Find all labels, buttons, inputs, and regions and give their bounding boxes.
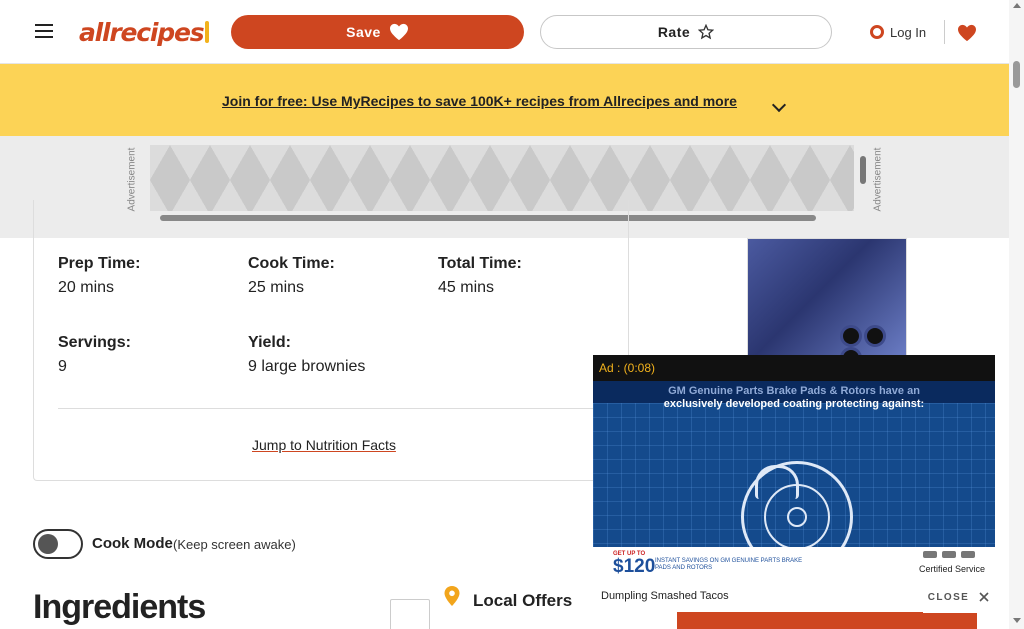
scroll-down-arrow-icon[interactable] [1013,618,1021,623]
detail-yield: Yield: 9 large brownies [248,334,365,376]
details-divider [58,408,606,409]
detail-servings: Servings: 9 [58,334,131,376]
phone-camera-lens [840,325,862,347]
toggle-knob [38,534,58,554]
video-ad-player[interactable]: Ad : (0:08) GM Genuine Parts Brake Pads … [593,355,995,581]
sidebar-product-ad-image[interactable] [747,238,907,358]
detail-total-time: Total Time: 45 mins [438,255,522,297]
ad-timer: Ad : (0:08) [599,361,656,375]
cook-mode-label: Cook Mode [92,535,173,552]
promo-banner: Join for free: Use MyRecipes to save 100… [0,64,1009,136]
star-icon [698,24,715,40]
save-button[interactable]: Save [231,15,524,49]
price-description: INSTANT SAVINGS ON GM GENUINE PARTS BRAK… [655,558,803,571]
detail-label: Prep Time: [58,255,141,272]
user-icon [870,25,884,39]
detail-value: 25 mins [248,279,305,296]
cook-mode-sublabel[interactable]: (Keep screen awake) [173,537,296,552]
close-icon [979,592,989,602]
detail-value: 20 mins [58,279,115,296]
join-promo-link[interactable]: Join for free: Use MyRecipes to save 100… [222,90,756,112]
save-button-label: Save [346,24,381,40]
rate-button[interactable]: Rate [540,15,832,49]
detail-prep-time: Prep Time: 20 mins [58,255,140,297]
saved-recipes-heart-icon[interactable] [955,20,979,46]
detail-label: Servings: [58,334,131,351]
phone-camera-lens [864,325,886,347]
brake-caliper-graphic [755,465,799,499]
page-scroll-thumb[interactable] [1013,61,1020,88]
detail-cook-time: Cook Time: 25 mins [248,255,335,297]
login-label: Log In [890,24,927,40]
video-ad-headline-top: GM Genuine Parts Brake Pads & Rotors hav… [668,385,920,397]
menu-hamburger-icon[interactable] [30,17,58,45]
ad-vertical-scrollbar[interactable] [858,142,868,208]
detail-value: 9 large brownies [248,358,366,375]
video-ad-headline-main: exclusively developed coating protecting… [663,398,925,410]
ingredients-heading: Ingredients [33,588,206,626]
brand-logos [905,551,975,559]
rate-button-label: Rate [657,24,691,40]
sidebar-cta-bar[interactable] [677,612,977,629]
certified-service-text: Certified Service [918,564,985,574]
detail-value: 45 mins [438,279,495,296]
local-offers-box [390,599,430,629]
local-offers-heading: Local Offers [473,591,573,610]
jump-to-nutrition-link[interactable]: Jump to Nutrition Facts [252,434,410,456]
header-divider [944,20,945,44]
logo-text: allrecipes [79,17,205,47]
video-ad-caption: Dumpling Smashed Tacos [593,581,923,611]
detail-label: Total Time: [438,255,522,272]
video-ad-topbar: Ad : (0:08) [593,355,995,381]
close-ad-label: CLOSE [927,591,970,603]
scroll-up-arrow-icon[interactable] [1013,3,1021,8]
heart-icon [389,23,408,41]
advertisement-label-right: Advertisement [872,147,884,212]
allrecipes-logo[interactable]: allrecipes [79,15,209,49]
pin-icon [444,586,460,606]
price-amount: $120 [613,556,656,577]
login-link[interactable]: Log In [870,20,934,44]
detail-value: 9 [58,358,67,375]
detail-label: Cook Time: [248,255,335,272]
video-ad-headline: GM Genuine Parts Brake Pads & Rotors hav… [593,385,995,411]
page-scrollbar[interactable] [1009,0,1024,629]
video-ad-background [593,403,995,573]
ad-vertical-scroll-thumb[interactable] [860,156,866,184]
logo-spoon-icon [205,21,209,43]
cook-mode-toggle[interactable] [33,529,83,559]
site-header: allrecipes Save Rate Log In [0,0,1009,64]
video-ad-offer-strip: GET UP TO $120 INSTANT SAVINGS ON GM GEN… [593,547,995,581]
detail-label: Yield: [248,334,291,351]
promo-chevron-icon[interactable] [770,88,788,113]
close-ad-button[interactable]: CLOSE [923,581,994,613]
